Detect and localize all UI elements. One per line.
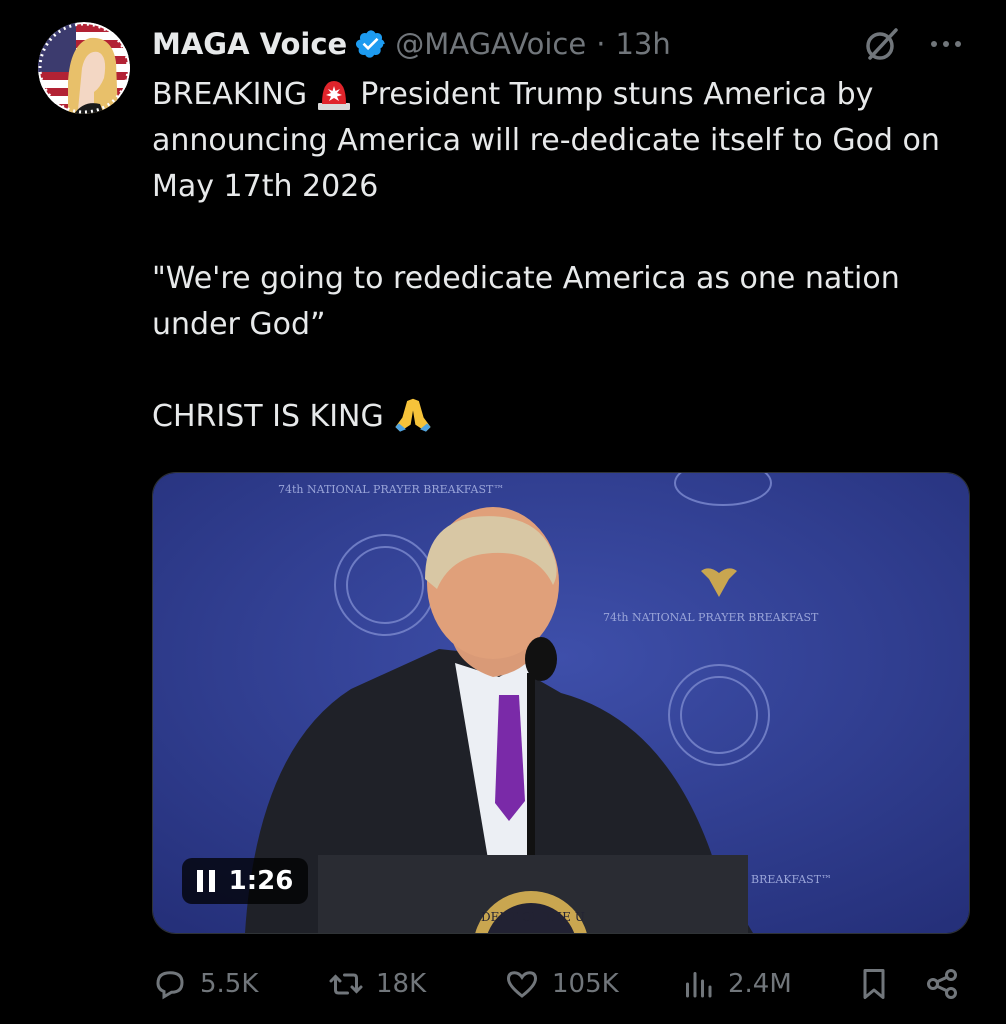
- timestamp[interactable]: 13h: [615, 27, 670, 61]
- folded-hands-emoji: [395, 398, 431, 432]
- tweet-action-bar: 5.5K 18K 105K 2.4M: [152, 958, 972, 1010]
- backdrop-text-top: 74th NATIONAL PRAYER BREAKFAST™: [278, 483, 504, 496]
- author-name[interactable]: MAGA Voice: [152, 27, 347, 61]
- separator-dot: ·: [596, 27, 606, 61]
- author-handle[interactable]: @MAGAVoice: [395, 27, 586, 61]
- video-duration: 1:26: [228, 866, 294, 896]
- police-light-emoji: [317, 81, 350, 110]
- microphone-stand: [527, 673, 535, 863]
- verified-badge-icon[interactable]: [355, 28, 387, 60]
- video-controls[interactable]: 1:26: [182, 858, 308, 904]
- reply-count: 5.5K: [200, 969, 259, 999]
- more-options-icon[interactable]: [926, 28, 966, 58]
- views-chart-icon: [686, 972, 712, 998]
- tweet-quote: "We're going to rededicate America as on…: [152, 261, 910, 342]
- podium-seal-text: DENT OF THE U: [481, 910, 585, 924]
- like-button[interactable]: 105K: [504, 958, 619, 1010]
- avatar[interactable]: [38, 22, 130, 114]
- view-count: 2.4M: [728, 969, 792, 999]
- share-button[interactable]: [924, 958, 960, 1010]
- tweet-text: BREAKING President Trump stuns America b…: [152, 72, 972, 440]
- bookmark-icon: [863, 969, 885, 999]
- grok-icon[interactable]: [862, 24, 902, 64]
- backdrop-text-right: BREAKFAST™: [751, 873, 832, 886]
- views-button[interactable]: 2.4M: [680, 958, 792, 1010]
- repost-icon: [329, 973, 363, 995]
- tweet-line1-prefix: BREAKING: [152, 77, 317, 112]
- tweet-header: MAGA Voice @MAGAVoice · 13h: [152, 22, 671, 66]
- reply-button[interactable]: 5.5K: [152, 958, 258, 1010]
- heart-icon: [506, 971, 538, 998]
- repost-count: 18K: [376, 969, 427, 999]
- bookmark-button[interactable]: [856, 958, 892, 1010]
- tweet-closing: CHRIST IS KING: [152, 399, 394, 434]
- pause-icon[interactable]: [196, 870, 215, 892]
- like-count: 105K: [552, 969, 619, 999]
- reply-icon: [156, 971, 184, 1000]
- repost-button[interactable]: 18K: [328, 958, 426, 1010]
- microphone: [525, 637, 557, 681]
- backdrop-text: 74th NATIONAL PRAYER BREAKFAST: [603, 611, 819, 624]
- share-icon: [927, 969, 957, 999]
